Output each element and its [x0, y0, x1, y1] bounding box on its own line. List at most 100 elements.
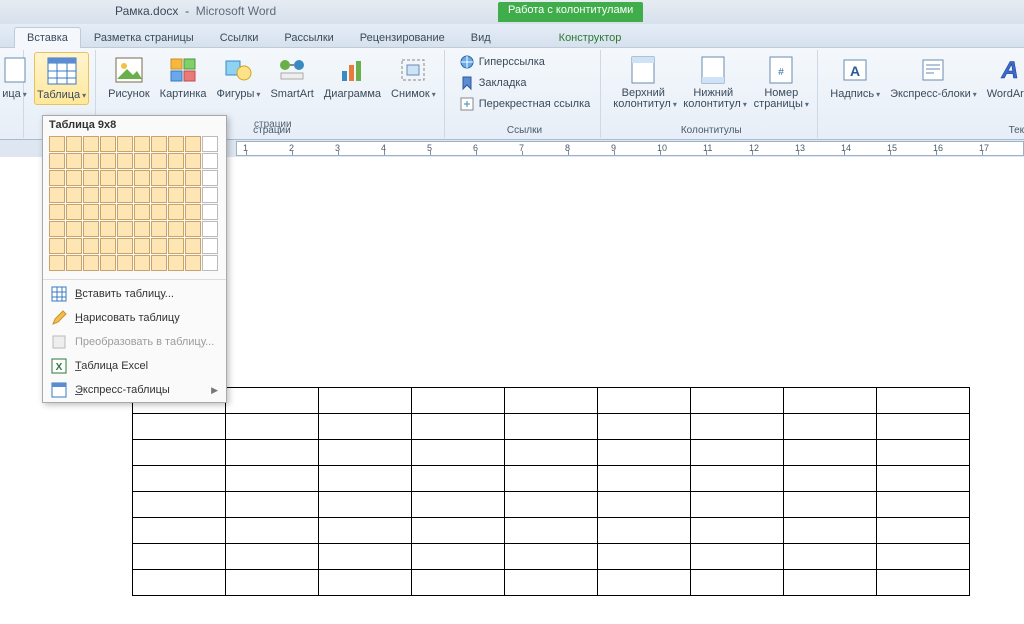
grid-cell[interactable]	[66, 238, 82, 254]
table-cell[interactable]	[133, 440, 226, 466]
table-cell[interactable]	[226, 492, 319, 518]
grid-cell[interactable]	[100, 170, 116, 186]
table-cell[interactable]	[226, 414, 319, 440]
tab-review[interactable]: Рецензирование	[347, 27, 458, 48]
grid-cell[interactable]	[49, 153, 65, 169]
table-cell[interactable]	[784, 492, 877, 518]
grid-cell[interactable]	[100, 187, 116, 203]
table-cell[interactable]	[505, 492, 598, 518]
grid-cell[interactable]	[168, 153, 184, 169]
hyperlink-button[interactable]: Гиперссылка	[455, 52, 595, 72]
table-cell[interactable]	[598, 518, 691, 544]
table-cell[interactable]	[319, 492, 412, 518]
tab-references[interactable]: Ссылки	[207, 27, 272, 48]
table-cell[interactable]	[505, 518, 598, 544]
grid-cell[interactable]	[185, 153, 201, 169]
table-cell[interactable]	[691, 518, 784, 544]
table-cell[interactable]	[784, 440, 877, 466]
grid-cell[interactable]	[49, 187, 65, 203]
grid-cell[interactable]	[117, 187, 133, 203]
table-cell[interactable]	[877, 570, 970, 596]
table-cell[interactable]	[877, 544, 970, 570]
grid-cell[interactable]	[83, 136, 99, 152]
grid-cell[interactable]	[49, 136, 65, 152]
table-cell[interactable]	[598, 414, 691, 440]
grid-cell[interactable]	[168, 204, 184, 220]
table-cell[interactable]	[412, 466, 505, 492]
grid-cell[interactable]	[83, 187, 99, 203]
table-cell[interactable]	[598, 466, 691, 492]
table-cell[interactable]	[691, 466, 784, 492]
grid-cell[interactable]	[185, 221, 201, 237]
chart-button[interactable]: Диаграмма	[322, 52, 383, 102]
grid-cell[interactable]	[100, 204, 116, 220]
table-cell[interactable]	[412, 518, 505, 544]
table-cell[interactable]	[319, 414, 412, 440]
grid-cell[interactable]	[185, 170, 201, 186]
table-cell[interactable]	[226, 544, 319, 570]
table-cell[interactable]	[133, 492, 226, 518]
table-size-picker[interactable]	[43, 134, 226, 277]
table-cell[interactable]	[412, 492, 505, 518]
grid-cell[interactable]	[168, 255, 184, 271]
table-cell[interactable]	[691, 414, 784, 440]
table-cell[interactable]	[598, 388, 691, 414]
textbox-button[interactable]: AНадпись	[828, 52, 882, 103]
grid-cell[interactable]	[202, 187, 218, 203]
table-cell[interactable]	[133, 544, 226, 570]
grid-cell[interactable]	[83, 153, 99, 169]
grid-cell[interactable]	[49, 238, 65, 254]
table-cell[interactable]	[598, 544, 691, 570]
grid-cell[interactable]	[202, 136, 218, 152]
grid-cell[interactable]	[134, 187, 150, 203]
shapes-button[interactable]: Фигуры	[215, 52, 263, 103]
table-cell[interactable]	[412, 388, 505, 414]
grid-cell[interactable]	[134, 221, 150, 237]
table-cell[interactable]	[133, 570, 226, 596]
grid-cell[interactable]	[134, 153, 150, 169]
grid-cell[interactable]	[202, 255, 218, 271]
grid-cell[interactable]	[134, 170, 150, 186]
grid-cell[interactable]	[66, 204, 82, 220]
crossref-button[interactable]: Перекрестная ссылка	[455, 94, 595, 114]
grid-cell[interactable]	[49, 170, 65, 186]
table-cell[interactable]	[784, 570, 877, 596]
clipart-button[interactable]: Картинка	[158, 52, 209, 102]
grid-cell[interactable]	[185, 187, 201, 203]
screenshot-button[interactable]: Снимок	[389, 52, 438, 103]
tab-insert[interactable]: Вставка	[14, 27, 81, 48]
grid-cell[interactable]	[185, 255, 201, 271]
table-cell[interactable]	[319, 544, 412, 570]
grid-cell[interactable]	[100, 136, 116, 152]
grid-cell[interactable]	[185, 204, 201, 220]
tab-view[interactable]: Вид	[458, 27, 504, 48]
grid-cell[interactable]	[168, 221, 184, 237]
table-cell[interactable]	[412, 440, 505, 466]
grid-cell[interactable]	[151, 221, 167, 237]
table-cell[interactable]	[691, 440, 784, 466]
picture-button[interactable]: Рисунок	[106, 52, 152, 102]
table-cell[interactable]	[319, 518, 412, 544]
grid-cell[interactable]	[49, 204, 65, 220]
table-cell[interactable]	[412, 414, 505, 440]
table-cell[interactable]	[784, 466, 877, 492]
table-cell[interactable]	[598, 492, 691, 518]
grid-cell[interactable]	[100, 238, 116, 254]
table-cell[interactable]	[133, 466, 226, 492]
grid-cell[interactable]	[185, 136, 201, 152]
table-cell[interactable]	[319, 466, 412, 492]
grid-cell[interactable]	[202, 153, 218, 169]
tab-designer[interactable]: Конструктор	[546, 27, 635, 48]
table-cell[interactable]	[505, 570, 598, 596]
grid-cell[interactable]	[117, 255, 133, 271]
table-cell[interactable]	[691, 570, 784, 596]
table-cell[interactable]	[691, 388, 784, 414]
excel-item[interactable]: XТаблица Excel	[43, 354, 226, 378]
table-cell[interactable]	[877, 518, 970, 544]
grid-cell[interactable]	[202, 204, 218, 220]
draw-table-item[interactable]: Нарисовать таблицу	[43, 306, 226, 330]
table-cell[interactable]	[784, 414, 877, 440]
table-button[interactable]: Таблица	[34, 52, 89, 105]
table-cell[interactable]	[226, 518, 319, 544]
grid-cell[interactable]	[168, 238, 184, 254]
